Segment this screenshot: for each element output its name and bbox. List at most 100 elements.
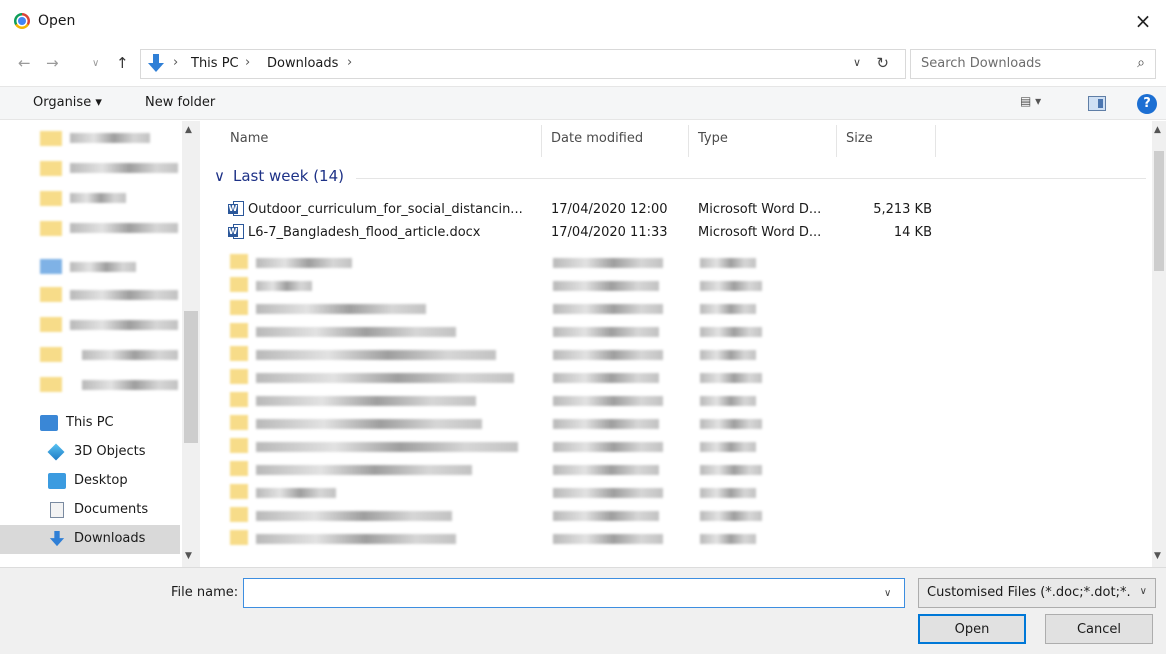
blurred-file-row[interactable] <box>228 482 988 504</box>
scroll-up-icon[interactable]: ▲ <box>1154 125 1161 135</box>
organise-button[interactable]: Organise ▾ <box>33 95 102 110</box>
pc-icon <box>40 415 58 431</box>
breadcrumb-separator[interactable]: › <box>245 55 250 70</box>
scroll-up-icon[interactable]: ▲ <box>185 125 192 135</box>
recent-locations-chevron-icon[interactable]: ∨ <box>92 58 99 69</box>
file-list: Name Date modified Type Size ∨ Last week… <box>200 121 1152 567</box>
documents-icon <box>50 502 64 518</box>
view-options-icon[interactable]: ▤ ▾ <box>1020 94 1060 114</box>
group-toggle-chevron-icon[interactable]: ∨ <box>214 167 225 185</box>
blurred-file-row[interactable] <box>228 459 988 481</box>
address-bar[interactable]: › This PC › Downloads › ∨ ↻ <box>140 49 906 79</box>
sidebar-item-documents[interactable]: Documents <box>0 496 180 525</box>
file-name-dropdown-icon[interactable]: ∨ <box>884 588 891 599</box>
column-divider[interactable] <box>688 125 689 157</box>
sidebar-item-downloads[interactable]: Downloads <box>0 525 180 554</box>
group-label: Last week (14) <box>233 167 344 185</box>
file-list-scrollbar[interactable]: ▲ ▼ <box>1152 121 1166 567</box>
blurred-label <box>70 262 136 272</box>
column-header-date-modified[interactable]: Date modified <box>551 131 643 146</box>
word-doc-icon: W <box>228 201 244 217</box>
blurred-folder-icon <box>40 377 62 392</box>
navigation-row: ← → ∨ ↑ › This PC › Downloads › ∨ ↻ Sear… <box>0 44 1166 84</box>
title-bar: Open × <box>0 0 1166 44</box>
column-divider[interactable] <box>836 125 837 157</box>
blurred-file-row[interactable] <box>228 252 988 274</box>
blurred-label <box>70 133 150 143</box>
downloads-arrow-icon <box>148 54 164 72</box>
breadcrumb-downloads[interactable]: Downloads <box>267 56 338 71</box>
blurred-file-row[interactable] <box>228 367 988 389</box>
cancel-button[interactable]: Cancel <box>1045 614 1153 644</box>
blurred-file-row[interactable] <box>228 413 988 435</box>
cube-icon <box>47 443 66 461</box>
help-icon[interactable]: ? <box>1137 94 1157 114</box>
column-divider[interactable] <box>935 125 936 157</box>
sidebar-item-this-pc[interactable]: This PC <box>0 409 180 438</box>
breadcrumb-this-pc[interactable]: This PC <box>191 56 239 71</box>
up-arrow-icon[interactable]: ↑ <box>116 54 129 72</box>
blurred-folder-icon <box>40 161 62 176</box>
file-row[interactable]: W L6-7_Bangladesh_flood_article.docx 17/… <box>228 222 988 244</box>
forward-arrow-icon[interactable]: → <box>46 54 59 72</box>
column-header-size[interactable]: Size <box>846 131 873 146</box>
address-dropdown-icon[interactable]: ∨ <box>853 56 861 69</box>
scrollbar-thumb[interactable] <box>1154 151 1164 271</box>
blurred-label <box>70 223 178 233</box>
chevron-down-icon: ∨ <box>1139 586 1147 597</box>
blurred-folder-icon <box>40 347 62 362</box>
blurred-file-row[interactable] <box>228 298 988 320</box>
close-button[interactable]: × <box>1130 8 1156 34</box>
breadcrumb-separator[interactable]: › <box>173 55 178 70</box>
search-icon[interactable]: ⌕ <box>1137 55 1145 71</box>
desktop-icon <box>48 473 66 489</box>
column-divider[interactable] <box>541 125 542 157</box>
blurred-label <box>82 350 178 360</box>
refresh-icon[interactable]: ↻ <box>876 54 889 72</box>
blurred-onedrive-icon <box>40 259 62 274</box>
back-arrow-icon[interactable]: ← <box>18 54 31 72</box>
sidebar-item-label: This PC <box>66 415 114 430</box>
file-size: 14 KB <box>893 225 932 240</box>
sidebar-item-desktop[interactable]: Desktop <box>0 467 180 496</box>
blurred-file-row[interactable] <box>228 528 988 550</box>
blurred-label <box>70 320 178 330</box>
group-divider <box>356 178 1146 179</box>
search-box[interactable]: Search Downloads ⌕ <box>910 49 1156 79</box>
blurred-folder-icon <box>40 287 62 302</box>
column-header-type[interactable]: Type <box>698 131 728 146</box>
navigation-pane: This PC 3D Objects Desktop Documents Dow… <box>0 121 200 567</box>
scroll-down-icon[interactable]: ▼ <box>1154 551 1161 561</box>
new-folder-button[interactable]: New folder <box>145 95 215 110</box>
blurred-file-row[interactable] <box>228 390 988 412</box>
blurred-folder-icon <box>40 221 62 236</box>
blurred-file-row[interactable] <box>228 275 988 297</box>
blurred-file-row[interactable] <box>228 344 988 366</box>
file-name: Outdoor_curriculum_for_social_distancin.… <box>248 202 523 217</box>
sidebar-item-3d-objects[interactable]: 3D Objects <box>0 438 180 467</box>
sidebar-item-label: Desktop <box>74 473 128 488</box>
scroll-down-icon[interactable]: ▼ <box>185 551 192 561</box>
blurred-folder-icon <box>40 131 62 146</box>
breadcrumb-separator[interactable]: › <box>347 55 352 70</box>
blurred-file-row[interactable] <box>228 436 988 458</box>
blurred-folder-icon <box>40 317 62 332</box>
file-name: L6-7_Bangladesh_flood_article.docx <box>248 225 481 240</box>
scrollbar-thumb[interactable] <box>184 311 198 443</box>
file-name-input[interactable] <box>243 578 905 608</box>
sidebar-item-label: 3D Objects <box>74 444 146 459</box>
command-toolbar: Organise ▾ New folder ▤ ▾ ? <box>0 86 1166 120</box>
blurred-label <box>70 193 126 203</box>
navigation-scrollbar[interactable]: ▲ ▼ <box>182 121 200 567</box>
file-type-select[interactable]: Customised Files (*.doc;*.dot;*. ∨ <box>918 578 1156 608</box>
blurred-file-row[interactable] <box>228 505 988 527</box>
search-placeholder: Search Downloads <box>921 56 1042 71</box>
file-row[interactable]: W Outdoor_curriculum_for_social_distanci… <box>228 199 988 221</box>
file-size: 5,213 KB <box>873 202 932 217</box>
column-header-name[interactable]: Name <box>230 131 268 146</box>
word-doc-icon: W <box>228 224 244 240</box>
open-button[interactable]: Open <box>918 614 1026 644</box>
preview-pane-icon[interactable] <box>1088 96 1106 111</box>
blurred-label <box>70 290 178 300</box>
blurred-file-row[interactable] <box>228 321 988 343</box>
